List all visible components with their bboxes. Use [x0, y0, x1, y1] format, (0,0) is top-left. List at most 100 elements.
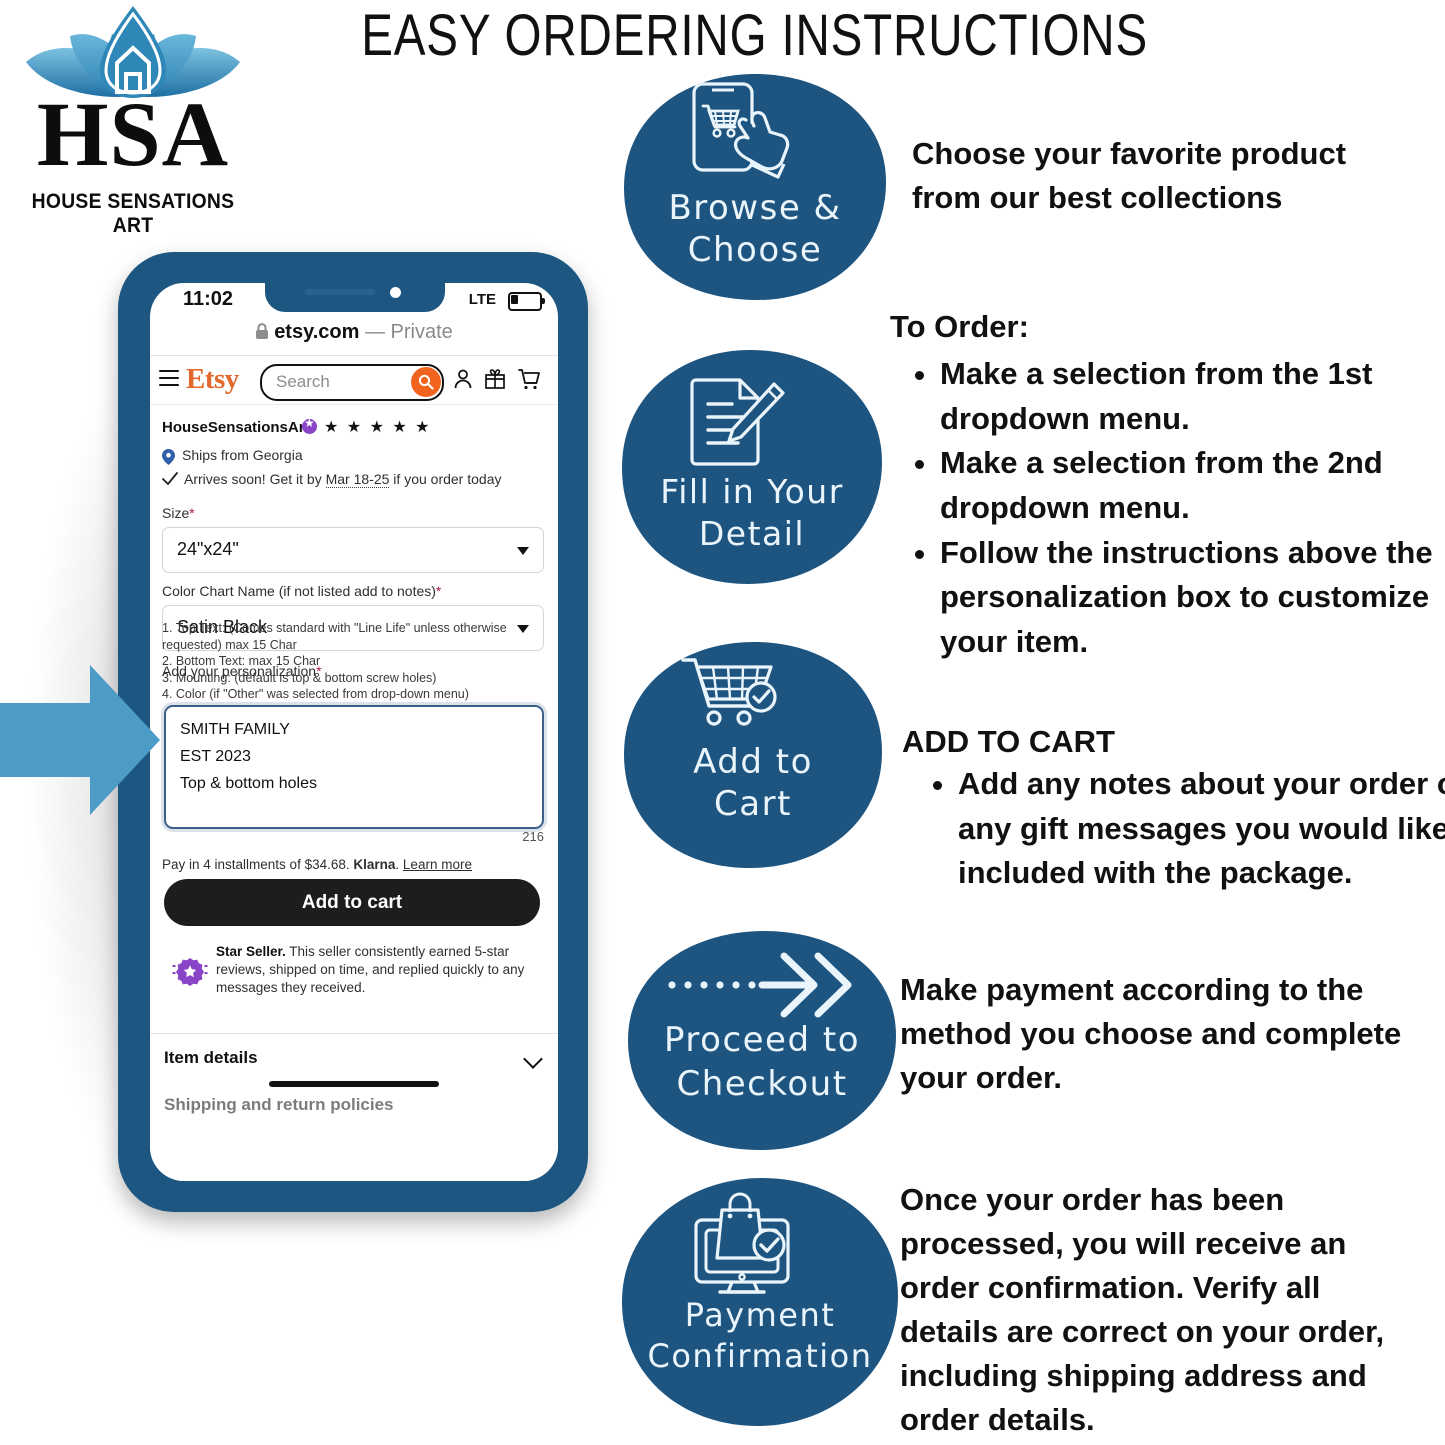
badge-label-line1: Payment	[684, 1296, 836, 1334]
etsy-header: Etsy Search	[150, 356, 558, 405]
item-details-label: Item details	[164, 1048, 258, 1067]
add-to-cart-label: Add to cart	[301, 892, 403, 913]
personalization-text-line: SMITH FAMILY	[180, 721, 290, 738]
phone-notch	[265, 278, 445, 312]
cart-icon[interactable]	[517, 368, 541, 395]
cart-check-icon	[680, 654, 780, 743]
personalization-instruction-line: requested) max 15 Char	[162, 637, 297, 652]
personalization-instructions: 1. Top Text: (Comes standard with "Line …	[162, 620, 552, 703]
document-pencil-icon	[688, 374, 786, 471]
search-placeholder: Search	[276, 372, 330, 391]
star-seller-badge-icon	[302, 416, 317, 434]
step-badge-browse-choose: Browse & Choose	[622, 72, 888, 302]
chevron-down-icon	[517, 547, 529, 555]
instruction-payment-text: Make payment according to the method you…	[900, 972, 1402, 1096]
to-order-heading: To Order:	[890, 309, 1029, 344]
status-time: 11:02	[183, 288, 234, 310]
badge-label-line1: Browse &	[668, 188, 842, 228]
lock-icon	[255, 323, 269, 346]
checkmark-icon	[162, 472, 178, 489]
badge-label-line2: Choose	[687, 230, 823, 270]
chevron-down-icon	[523, 1049, 543, 1069]
star-seller-badge-icon	[172, 953, 208, 989]
badge-label-line1: Fill in Your	[660, 472, 844, 511]
klarna-learn-more-link[interactable]: Learn more	[403, 857, 472, 872]
location-pin-icon	[162, 449, 175, 468]
arrival-row: Arrives soon! Get it by Mar 18-25 if you…	[162, 471, 502, 489]
poster-canvas: EASY ORDERING INSTRUCTIONS HSA HOUSE SEN…	[0, 0, 1445, 1445]
size-value: 24"x24"	[177, 539, 239, 559]
user-icon[interactable]	[452, 368, 474, 395]
monitor-bag-check-icon	[692, 1190, 798, 1301]
badge-label-line1: Proceed to	[664, 1020, 860, 1060]
browser-url-bar[interactable]: etsy.com — Private	[150, 317, 558, 356]
search-input[interactable]: Search	[260, 364, 444, 401]
star-seller-title: Star Seller.	[216, 944, 286, 959]
arrival-suffix: if you order today	[389, 471, 502, 487]
step-badge-add-to-cart: Add to Cart	[622, 640, 884, 870]
item-details-accordion[interactable]: Item details	[150, 1033, 558, 1084]
search-icon	[418, 374, 434, 390]
etsy-wordmark[interactable]: Etsy	[186, 363, 239, 396]
badge-label-line2: Detail	[698, 514, 806, 553]
badge-label-line2: Checkout	[676, 1064, 848, 1104]
right-arrow-pointer	[0, 665, 160, 815]
to-order-bullet-list: Make a selection from the 1st dropdown m…	[900, 352, 1445, 664]
search-button[interactable]	[411, 367, 441, 397]
brand-logo: HSA HOUSE SENSATIONS ART	[8, 0, 258, 237]
size-dropdown[interactable]: 24"x24"	[162, 527, 544, 573]
color-label: Color Chart Name (if not listed add to n…	[162, 583, 442, 599]
klarna-row: Pay in 4 installments of $34.68. Klarna.…	[162, 857, 472, 872]
logo-initials: HSA	[36, 83, 230, 185]
shop-name[interactable]: HouseSensationsArt	[162, 419, 310, 436]
shipping-policies-label[interactable]: Shipping and return policies	[164, 1095, 394, 1115]
ships-from-label: Ships from Georgia	[182, 447, 303, 463]
phone-speaker	[305, 289, 375, 295]
phone-camera	[390, 287, 401, 298]
url-private-label: — Private	[364, 321, 453, 343]
personalization-instruction-line: 2. Bottom Text: max 15 Char	[162, 654, 321, 668]
add-to-cart-bullet-list: Add any notes about your order or any gi…	[918, 762, 1445, 896]
status-network: LTE	[468, 291, 496, 308]
step-badge-proceed-checkout: Proceed to Checkout	[626, 930, 898, 1152]
home-indicator	[269, 1081, 439, 1087]
star-seller-description: Star Seller. This seller consistently ea…	[216, 943, 538, 997]
size-label: Size*	[162, 505, 195, 521]
page-title: EASY ORDERING INSTRUCTIONS	[361, 3, 1148, 68]
step-badge-fill-detail: Fill in Your Detail	[620, 348, 884, 586]
add-to-cart-button[interactable]: Add to cart	[164, 879, 540, 926]
instruction-confirmation-text: Once your order has been processed, you …	[900, 1182, 1385, 1438]
list-item: Make a selection from the 1st dropdown m…	[940, 352, 1445, 441]
logo-brand-name: HOUSE SENSATIONS ART	[31, 190, 235, 237]
personalization-instruction-line: 1. Top Text: (Comes standard with "Line …	[162, 621, 507, 635]
ships-from-row: Ships from Georgia	[162, 447, 303, 465]
add-to-cart-heading: ADD TO CART	[902, 724, 1115, 759]
phone-cart-tap-icon	[690, 80, 795, 185]
battery-icon	[508, 292, 545, 311]
arrival-date: Mar 18-25	[325, 471, 390, 488]
instruction-browse-text: Choose your favorite product from our be…	[912, 136, 1347, 216]
dotted-arrow-icon	[666, 948, 866, 1027]
badge-label-line2: Cart	[714, 784, 792, 824]
klarna-brand: Klarna	[353, 857, 396, 872]
url-domain: etsy.com	[274, 321, 360, 343]
character-counter: 216	[522, 829, 544, 844]
badge-label-line2: Confirmation	[647, 1337, 873, 1375]
list-item: Add any notes about your order or any gi…	[958, 762, 1445, 896]
personalization-instruction-line: 3. Mounting: (default is top & bottom sc…	[162, 670, 437, 685]
phone-screen: 11:02 LTE etsy.com — Private Etsy Search	[150, 283, 558, 1181]
personalization-text-line: Top & bottom holes	[180, 775, 317, 792]
personalization-text-line: EST 2023	[180, 748, 251, 765]
personalization-textarea[interactable]: SMITH FAMILY EST 2023 Top & bottom holes	[164, 705, 544, 829]
klarna-text: Pay in 4 installments of $34.68.	[162, 857, 354, 872]
arrival-prefix: Arrives soon! Get it by	[184, 471, 326, 487]
badge-label-line1: Add to	[693, 742, 813, 782]
rating-stars: ★ ★ ★ ★ ★	[324, 419, 432, 436]
listing-content: HouseSensationsArt ★ ★ ★ ★ ★ Ships from …	[150, 405, 558, 1181]
step-badge-payment-confirmation: Payment Confirmation	[620, 1176, 900, 1428]
list-item: Follow the instructions above the person…	[940, 531, 1445, 665]
hamburger-menu-icon[interactable]	[159, 370, 179, 386]
list-item: Make a selection from the 2nd dropdown m…	[940, 441, 1445, 530]
personalization-instruction-line: 4. Color (if "Other" was selected from d…	[162, 687, 469, 701]
gift-icon[interactable]	[484, 368, 506, 395]
